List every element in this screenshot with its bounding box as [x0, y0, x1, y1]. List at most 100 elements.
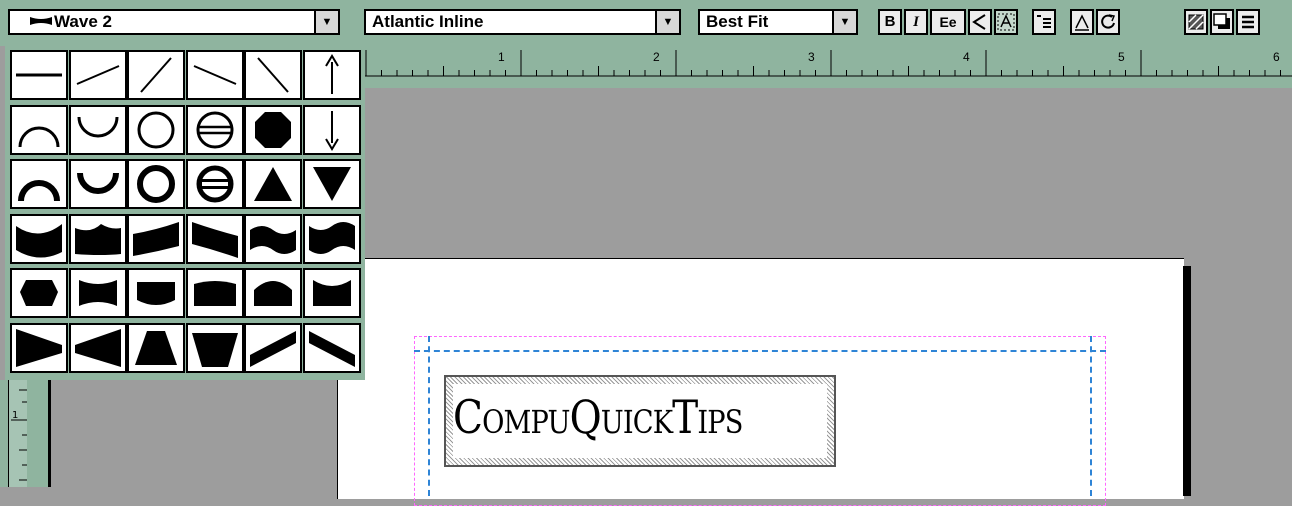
page-shadow [1183, 266, 1191, 496]
shape-option-arc-top-thick[interactable] [10, 159, 68, 209]
circle-split-thick-icon [196, 165, 233, 203]
vertical-ruler-strip: 1 [8, 380, 27, 487]
shape-option-slant-down[interactable] [302, 322, 361, 373]
ruler-label-5: 5 [1118, 50, 1125, 64]
shape-option-arrow-down[interactable] [302, 104, 361, 155]
vertical-ruler: 1 [0, 380, 48, 487]
shape-option-wave-6[interactable] [302, 213, 361, 264]
shape-option-arc-bottom[interactable] [68, 104, 127, 155]
line-rising-shallow-icon [76, 65, 119, 85]
border-button[interactable] [1236, 9, 1260, 35]
rotate-text-icon [997, 13, 1015, 31]
horizontal-ruler: 1 2 3 4 5 6 [364, 46, 1292, 88]
shape-option-trapezoid-inverted[interactable] [185, 322, 244, 373]
arc-bottom-thick-icon [76, 172, 119, 194]
ruler-label-2: 2 [653, 50, 660, 64]
wave-5-icon [250, 225, 296, 254]
vertical-ruler-ticks: 1 [11, 389, 27, 481]
text-effect-frame[interactable]: COMPUQUICKTIPS [444, 375, 836, 467]
shape-option-blob-6[interactable] [302, 268, 361, 318]
shape-option-blob-1[interactable] [10, 268, 68, 318]
shape-option-circle-split-thick[interactable] [185, 159, 244, 209]
shape-option-line-rising-shallow[interactable] [68, 50, 127, 100]
italic-button[interactable]: I [904, 9, 928, 35]
toolbar: Wave 2 ▼ Atlantic Inline ▼ Best Fit ▼ B … [0, 0, 1292, 46]
blob-5-icon [254, 281, 292, 306]
circle-split-icon [196, 111, 233, 148]
wave-1-icon [16, 223, 62, 258]
shape-option-line-rising-steep[interactable] [127, 50, 185, 100]
circle-thick-icon [137, 165, 175, 203]
shape-option-line-falling-steep[interactable] [244, 50, 302, 100]
kerning-icon [972, 14, 986, 30]
arc-bottom-icon [77, 116, 118, 137]
shape-option-blob-5[interactable] [244, 268, 302, 318]
shape-option-trapezoid[interactable] [127, 322, 185, 373]
column-guide-right [1090, 336, 1092, 496]
blob-6-icon [312, 280, 351, 306]
shape-selector[interactable]: Wave 2 ▼ [8, 9, 340, 35]
shape-option-wave-3[interactable] [127, 213, 185, 264]
shape-option-blob-2[interactable] [68, 268, 127, 318]
shadow-button[interactable] [1210, 9, 1234, 35]
even-spacing-button[interactable]: Ee [930, 9, 966, 35]
shape-selector-value: Wave 2 [54, 12, 112, 31]
blob-2-icon [78, 280, 117, 306]
shape-option-slant-up[interactable] [244, 322, 302, 373]
fill-button[interactable] [1184, 9, 1208, 35]
alignment-button[interactable] [1032, 9, 1056, 35]
shape-option-circle[interactable] [127, 104, 185, 155]
shape-dropdown-arrow-icon[interactable]: ▼ [314, 11, 338, 33]
rotate-button[interactable] [994, 9, 1018, 35]
shape-option-arc-bottom-thick[interactable] [68, 159, 127, 209]
size-selector[interactable]: Best Fit ▼ [698, 9, 858, 35]
shape-option-arrow-up[interactable] [302, 50, 361, 100]
font-selector[interactable]: Atlantic Inline ▼ [364, 9, 681, 35]
fill-pattern-icon [1188, 14, 1204, 30]
shape-option-arc-top[interactable] [10, 104, 68, 155]
size-dropdown-arrow-icon[interactable]: ▼ [832, 11, 856, 33]
line-rising-steep-icon [140, 57, 172, 93]
spacing-icon [1075, 14, 1089, 31]
arc-top-thick-icon [18, 180, 60, 202]
wave-3-icon [133, 221, 179, 256]
shape-option-blob-3[interactable] [127, 268, 185, 318]
wave-6-icon [308, 221, 355, 254]
shape-option-triangle-up[interactable] [244, 159, 302, 209]
ruler-label-4: 4 [963, 50, 970, 64]
blob-1-icon [20, 280, 58, 306]
svg-text:1: 1 [12, 410, 18, 421]
column-guide-horizontal [414, 350, 1106, 352]
arrow-up-icon [324, 54, 339, 94]
shape-palette [5, 44, 365, 380]
shape-option-line-falling-shallow[interactable] [185, 50, 244, 100]
line-horizontal-icon [16, 73, 62, 77]
shape-option-circle-thick[interactable] [127, 159, 185, 209]
triangle-down-icon [312, 167, 351, 201]
shape-option-wave-4[interactable] [185, 213, 244, 264]
ruler-label-3: 3 [808, 50, 815, 64]
shape-option-octagon-filled[interactable] [244, 104, 302, 155]
font-selector-value: Atlantic Inline [372, 12, 484, 31]
alignment-icon [1037, 15, 1051, 28]
spacing-button[interactable] [1070, 9, 1094, 35]
trapezoid-inverted-icon [191, 332, 238, 367]
shape-option-wedge-right[interactable] [10, 322, 68, 373]
shape-option-wave-1[interactable] [10, 213, 68, 264]
circle-icon [137, 111, 175, 148]
shape-option-line-horizontal[interactable] [10, 50, 68, 100]
bold-button[interactable]: B [878, 9, 902, 35]
slant-down-icon [308, 330, 355, 367]
size-selector-value: Best Fit [706, 12, 769, 31]
shape-option-wedge-left[interactable] [68, 322, 127, 373]
blob-4-icon [193, 281, 236, 306]
kerning-button[interactable] [968, 9, 992, 35]
line-falling-shallow-icon [193, 65, 236, 85]
shape-option-wave-2[interactable] [68, 213, 127, 264]
shape-option-circle-split[interactable] [185, 104, 244, 155]
shape-option-wave-5[interactable] [244, 213, 302, 264]
reset-button[interactable] [1096, 9, 1120, 35]
font-dropdown-arrow-icon[interactable]: ▼ [655, 11, 679, 33]
shape-option-blob-4[interactable] [185, 268, 244, 318]
shape-option-triangle-down[interactable] [302, 159, 361, 209]
